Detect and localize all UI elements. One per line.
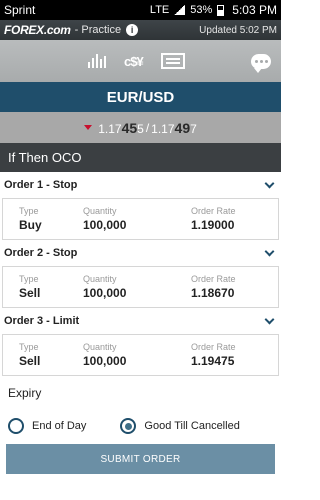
currency-icon[interactable]: c$¥ [124, 54, 144, 69]
order-2-card[interactable]: Type Sell Quantity 100,000 Order Rate 1.186… [2, 266, 279, 308]
order-1-card[interactable]: Type Buy Quantity 100,000 Order Rate 1.1900… [2, 198, 279, 240]
order-2-header[interactable]: Order 2 - Stop [0, 240, 281, 266]
battery-percent: 53% [190, 4, 213, 16]
order-quantity-value: 100,000 [83, 286, 127, 300]
order-1-header[interactable]: Order 1 - Stop [0, 172, 281, 198]
expiry-label: Expiry [8, 386, 42, 400]
expiry-end-of-day[interactable]: End of Day [8, 418, 86, 434]
ask-price[interactable]: 1.17497 [151, 120, 197, 136]
order-rate-value: 1.18670 [191, 286, 235, 300]
bid-price[interactable]: 1.17455 [98, 120, 144, 136]
order-type-value: Buy [19, 218, 42, 232]
info-icon[interactable]: i [126, 24, 139, 36]
price-down-icon [84, 125, 93, 130]
clock: 5:03 PM [232, 3, 277, 17]
currency-pair-title[interactable]: EUR/USD [0, 82, 281, 112]
order-3-header[interactable]: Order 3 - Limit [0, 308, 281, 334]
order-rate-value: 1.19000 [191, 218, 235, 232]
status-bar: Sprint LTE 53% 5:03 PM [0, 0, 281, 20]
chat-icon[interactable] [251, 53, 271, 73]
battery-icon [217, 4, 225, 16]
order-3-card[interactable]: Type Sell Quantity 100,000 Order Rate 1.194… [2, 334, 279, 376]
radio-checked-icon[interactable] [120, 418, 137, 434]
order-type-header: If Then OCO [0, 143, 281, 172]
status-icons: LTE 53% 5:03 PM [150, 3, 277, 17]
order-2: Order 2 - Stop Type Sell Quantity 100,000 … [0, 240, 281, 308]
signal-icon [174, 5, 186, 15]
order-quantity-value: 100,000 [83, 354, 127, 368]
carrier-label: Sprint [4, 3, 36, 17]
order-type-value: Sell [19, 286, 41, 300]
submit-order-button[interactable]: SUBMIT ORDER [6, 444, 275, 474]
toolbar: c$¥ [0, 40, 281, 82]
radio-unchecked-icon[interactable] [8, 418, 24, 434]
order-3: Order 3 - Limit Type Sell Quantity 100,000… [0, 308, 281, 376]
network-label: LTE [149, 4, 170, 16]
order-rate-value: 1.19475 [191, 354, 235, 368]
expiry-options: End of Day Good Till Cancelled [0, 418, 281, 434]
brand-bar: FOREX.com - Practice i Updated 5:02 PM [0, 20, 281, 40]
brand-logo: FOREX.com [4, 23, 71, 37]
expiry-good-till-cancelled[interactable]: Good Till Cancelled [120, 418, 240, 434]
news-icon[interactable] [160, 53, 185, 69]
order-quantity-value: 100,000 [83, 218, 127, 232]
menu-icon[interactable] [12, 55, 26, 67]
order-1: Order 1 - Stop Type Buy Quantity 100,000 O… [0, 172, 281, 240]
chevron-down-icon[interactable] [264, 314, 275, 324]
order-type-value: Sell [19, 354, 41, 368]
rates-chart-icon[interactable] [88, 54, 106, 68]
chevron-down-icon[interactable] [264, 178, 275, 188]
updated-time: Updated 5:02 PM [199, 24, 277, 36]
quote-bar: 1.17455 / 1.17497 [0, 112, 281, 143]
account-mode: - Practice [74, 24, 122, 36]
chevron-down-icon[interactable] [264, 246, 275, 256]
